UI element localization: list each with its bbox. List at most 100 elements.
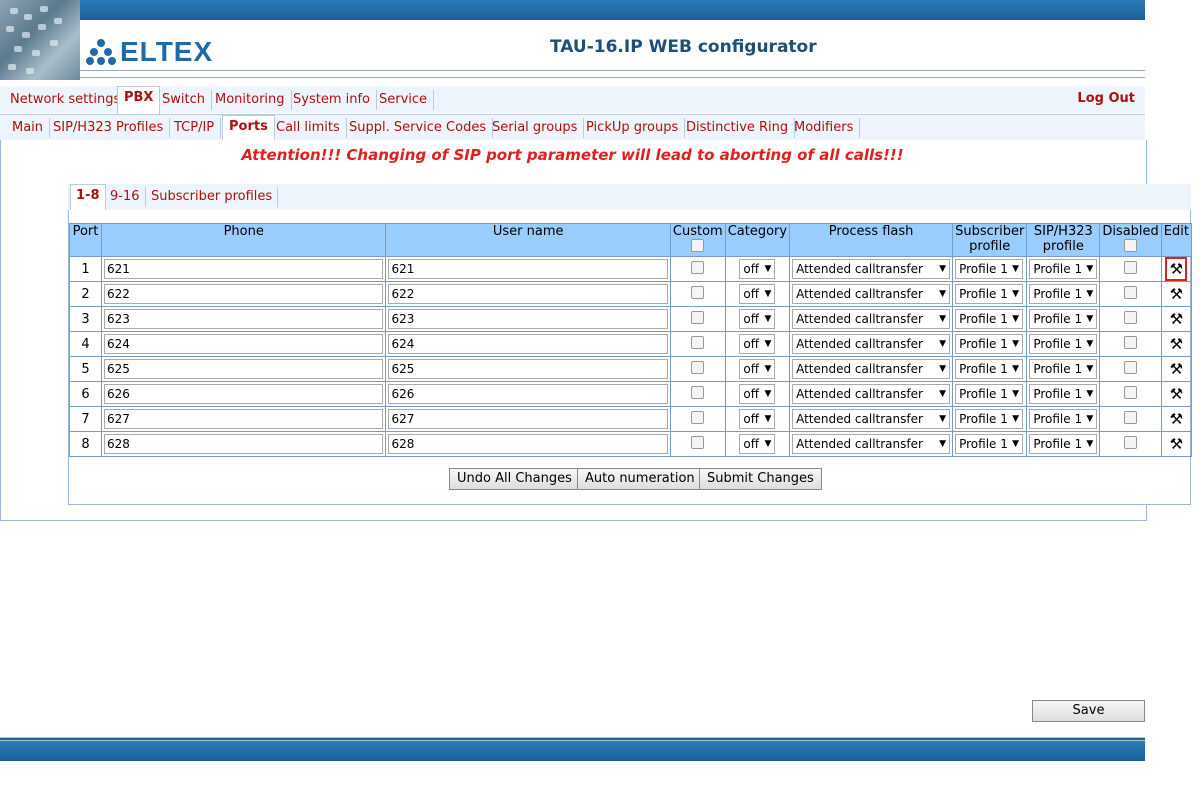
username-input[interactable] <box>388 309 668 329</box>
menu-monitoring[interactable]: Monitoring <box>209 90 292 110</box>
disabled-checkbox[interactable] <box>1124 360 1138 374</box>
process-flash-select[interactable]: Attended calltransfer ▼ <box>792 409 951 429</box>
sip-profile-select[interactable]: Profile 1 ▼ <box>1029 334 1098 354</box>
custom-checkbox[interactable] <box>691 410 705 424</box>
sip-profile-select[interactable]: Profile 1 ▼ <box>1029 259 1098 279</box>
logout-link[interactable]: Log Out <box>1077 91 1135 106</box>
tools-icon[interactable]: ⚒ <box>1167 384 1185 404</box>
tools-icon[interactable]: ⚒ <box>1165 257 1188 281</box>
submenu-call-limits[interactable]: Call limits <box>270 118 347 138</box>
tools-icon[interactable]: ⚒ <box>1167 309 1185 329</box>
phone-input[interactable] <box>103 359 384 379</box>
bottom-bar <box>0 737 1145 761</box>
phone-input[interactable] <box>103 309 384 329</box>
username-input[interactable] <box>388 334 668 354</box>
subscriber-profile-select[interactable]: Profile 1 ▼ <box>955 359 1024 379</box>
username-input[interactable] <box>388 359 668 379</box>
menu-network-settings[interactable]: Network settings <box>4 90 128 110</box>
disabled-checkbox[interactable] <box>1124 435 1138 449</box>
submenu-ports[interactable]: Ports <box>222 115 275 142</box>
category-select[interactable]: off ▼ <box>739 359 776 379</box>
sip-profile-select[interactable]: Profile 1 ▼ <box>1029 359 1098 379</box>
process-flash-select[interactable]: Attended calltransfer ▼ <box>792 259 951 279</box>
save-button[interactable]: Save <box>1032 700 1145 722</box>
disabled-all-checkbox[interactable] <box>1124 239 1138 252</box>
phone-input[interactable] <box>103 434 384 454</box>
sip-profile-select[interactable]: Profile 1 ▼ <box>1029 409 1098 429</box>
menu-system-info[interactable]: System info <box>287 90 377 110</box>
disabled-checkbox[interactable] <box>1124 310 1138 324</box>
submenu-tcp-ip[interactable]: TCP/IP <box>168 118 222 138</box>
menu-pbx[interactable]: PBX <box>117 86 161 114</box>
category-select[interactable]: off ▼ <box>739 309 776 329</box>
process-flash-select[interactable]: Attended calltransfer ▼ <box>792 359 951 379</box>
submenu-main[interactable]: Main <box>6 118 51 138</box>
tools-icon[interactable]: ⚒ <box>1167 434 1185 454</box>
menu-switch[interactable]: Switch <box>156 90 212 110</box>
undo-all-changes-button[interactable]: Undo All Changes <box>449 468 580 490</box>
disabled-checkbox[interactable] <box>1124 260 1138 274</box>
subscriber-profile-select[interactable]: Profile 1 ▼ <box>955 434 1024 454</box>
sip-profile-select[interactable]: Profile 1 ▼ <box>1029 309 1098 329</box>
tab-subscriber-profiles[interactable]: Subscriber profiles <box>146 187 279 207</box>
disabled-checkbox[interactable] <box>1124 410 1138 424</box>
submenu-suppl-service-codes[interactable]: Suppl. Service Codes <box>343 118 494 138</box>
category-select[interactable]: off ▼ <box>739 434 776 454</box>
process-flash-select[interactable]: Attended calltransfer ▼ <box>792 334 951 354</box>
process-flash-select[interactable]: Attended calltransfer ▼ <box>792 284 951 304</box>
sip-profile-select[interactable]: Profile 1 ▼ <box>1029 434 1098 454</box>
custom-checkbox[interactable] <box>691 435 705 449</box>
subscriber-profile-select[interactable]: Profile 1 ▼ <box>955 384 1024 404</box>
custom-checkbox[interactable] <box>691 385 705 399</box>
port-number: 3 <box>69 306 102 332</box>
submenu-pickup-groups[interactable]: PickUp groups <box>580 118 686 138</box>
process-flash-select[interactable]: Attended calltransfer ▼ <box>792 384 951 404</box>
tools-icon[interactable]: ⚒ <box>1167 334 1185 354</box>
category-select[interactable]: off ▼ <box>739 384 776 404</box>
phone-input[interactable] <box>103 334 384 354</box>
disabled-checkbox[interactable] <box>1124 385 1138 399</box>
category-select[interactable]: off ▼ <box>739 259 776 279</box>
username-input[interactable] <box>388 284 668 304</box>
menu-service[interactable]: Service <box>373 90 435 110</box>
sip-profile-select[interactable]: Profile 1 ▼ <box>1029 384 1098 404</box>
tools-icon[interactable]: ⚒ <box>1167 284 1185 304</box>
username-input[interactable] <box>388 409 668 429</box>
phone-input[interactable] <box>103 409 384 429</box>
category-select[interactable]: off ▼ <box>739 284 776 304</box>
custom-checkbox[interactable] <box>691 310 705 324</box>
subscriber-profile-select[interactable]: Profile 1 ▼ <box>955 334 1024 354</box>
subscriber-profile-select[interactable]: Profile 1 ▼ <box>955 284 1024 304</box>
submenu-distinctive-ring[interactable]: Distinctive Ring <box>680 118 796 138</box>
subscriber-profile-select[interactable]: Profile 1 ▼ <box>955 409 1024 429</box>
custom-checkbox[interactable] <box>691 285 705 299</box>
username-input[interactable] <box>388 259 668 279</box>
category-select[interactable]: off ▼ <box>739 409 776 429</box>
submenu-sip-h323-profiles[interactable]: SIP/H323 Profiles <box>47 118 171 138</box>
custom-checkbox[interactable] <box>691 360 705 374</box>
process-flash-select[interactable]: Attended calltransfer ▼ <box>792 309 951 329</box>
tab-1-8[interactable]: 1-8 <box>70 184 106 212</box>
custom-checkbox[interactable] <box>691 260 705 274</box>
subscriber-profile-select[interactable]: Profile 1 ▼ <box>955 259 1024 279</box>
phone-input[interactable] <box>103 284 384 304</box>
tools-icon[interactable]: ⚒ <box>1167 409 1185 429</box>
submit-changes-button[interactable]: Submit Changes <box>699 468 822 490</box>
tools-icon[interactable]: ⚒ <box>1167 359 1185 379</box>
custom-all-checkbox[interactable] <box>691 239 705 252</box>
process-flash-select[interactable]: Attended calltransfer ▼ <box>792 434 951 454</box>
custom-checkbox[interactable] <box>691 335 705 349</box>
disabled-checkbox[interactable] <box>1124 285 1138 299</box>
auto-numeration-button[interactable]: Auto numeration <box>577 468 703 490</box>
subscriber-profile-select[interactable]: Profile 1 ▼ <box>955 309 1024 329</box>
username-input[interactable] <box>388 384 668 404</box>
phone-input[interactable] <box>103 259 384 279</box>
tab-9-16[interactable]: 9-16 <box>105 187 146 207</box>
submenu-serial-groups[interactable]: Serial groups <box>486 118 585 138</box>
submenu-modifiers[interactable]: Modifiers <box>788 118 861 138</box>
username-input[interactable] <box>388 434 668 454</box>
category-select[interactable]: off ▼ <box>739 334 776 354</box>
phone-input[interactable] <box>103 384 384 404</box>
sip-profile-select[interactable]: Profile 1 ▼ <box>1029 284 1098 304</box>
disabled-checkbox[interactable] <box>1124 335 1138 349</box>
